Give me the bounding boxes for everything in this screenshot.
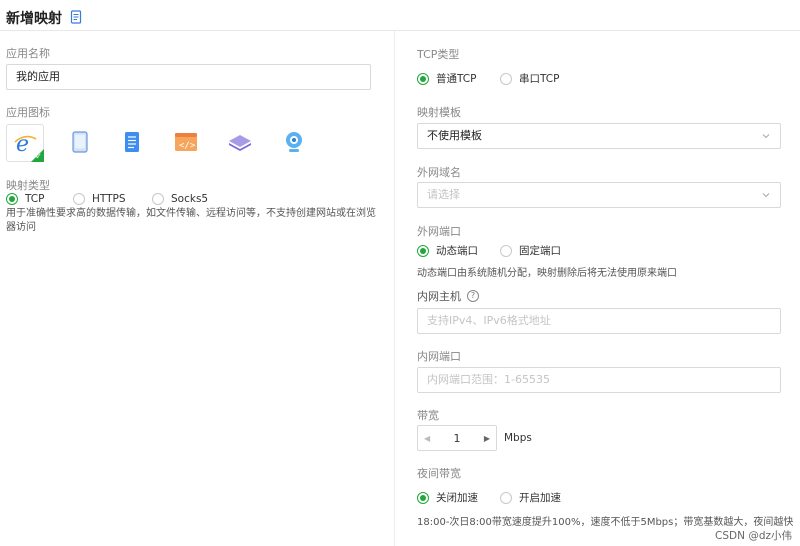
svg-text:e: e	[16, 132, 29, 156]
help-icon[interactable]: ?	[467, 290, 479, 302]
radio-tcp[interactable]: TCP	[6, 193, 44, 205]
decrement-icon[interactable]: ◀	[424, 434, 430, 443]
page-title: 新增映射	[6, 11, 62, 27]
radio-label: 开启加速	[519, 492, 561, 504]
radio-dot	[500, 72, 512, 85]
radio-serial-tcp[interactable]: 串口TCP	[500, 71, 559, 86]
tcp-type-label: TCP类型	[417, 48, 460, 61]
radio-label: HTTPS	[92, 193, 126, 205]
app-name-label: 应用名称	[6, 47, 50, 60]
check-icon: ✓	[35, 152, 42, 161]
watermark: CSDN @dz小伟	[715, 530, 792, 542]
radio-label: 普通TCP	[436, 73, 477, 85]
radio-socks5[interactable]: Socks5	[152, 193, 208, 205]
mapping-type-help: 用于准确性要求高的数据传输，如文件传输、远程访问等，不支持创建网站或在浏览器访问	[6, 208, 376, 233]
document-server-icon	[125, 132, 139, 152]
radio-accel-off[interactable]: 关闭加速	[417, 490, 478, 505]
svg-text:</>: </>	[179, 141, 196, 151]
radio-label: TCP	[25, 193, 45, 205]
host-label: 内网主机	[417, 290, 461, 303]
icon-option-layers[interactable]	[222, 124, 258, 160]
inner-port-placeholder: 内网端口范围：1-65535	[427, 373, 550, 386]
domain-select[interactable]: 请选择	[417, 182, 781, 208]
chevron-down-icon	[762, 193, 770, 198]
night-bandwidth-label: 夜间带宽	[417, 467, 461, 480]
radio-accel-on[interactable]: 开启加速	[500, 490, 561, 505]
ext-port-label: 外网端口	[417, 225, 461, 238]
inner-port-label: 内网端口	[417, 350, 461, 363]
webcam-icon	[286, 132, 302, 152]
bandwidth-label: 带宽	[417, 409, 439, 422]
layers-icon	[229, 135, 251, 151]
radio-label: 串口TCP	[519, 73, 560, 85]
radio-dot	[73, 193, 85, 205]
radio-label: 固定端口	[519, 245, 561, 257]
app-name-input[interactable]: 我的应用	[6, 64, 371, 90]
domain-label: 外网域名	[417, 166, 461, 179]
radio-label: 关闭加速	[436, 492, 478, 504]
bandwidth-stepper[interactable]: ◀ 1 ▶	[417, 425, 497, 451]
inner-port-input[interactable]: 内网端口范围：1-65535	[417, 367, 781, 393]
template-label: 映射模板	[417, 106, 461, 119]
chevron-down-icon	[762, 134, 770, 139]
radio-dot	[6, 193, 18, 205]
radio-normal-tcp[interactable]: 普通TCP	[417, 71, 476, 86]
column-divider	[394, 31, 395, 546]
increment-icon[interactable]: ▶	[484, 434, 490, 443]
radio-dot	[417, 491, 429, 504]
icon-option-ie[interactable]: e ✓	[6, 124, 44, 162]
host-label-row: 内网主机 ?	[417, 288, 479, 304]
code-window-icon: </>	[175, 133, 197, 151]
host-input[interactable]: 支持IPv4、IPv6格式地址	[417, 308, 781, 334]
template-select[interactable]: 不使用模板	[417, 123, 781, 149]
radio-dynamic-port[interactable]: 动态端口	[417, 243, 478, 258]
document-icon[interactable]	[70, 10, 82, 24]
radio-dot	[500, 491, 512, 504]
radio-dot	[500, 244, 512, 257]
template-select-value: 不使用模板	[427, 129, 482, 142]
domain-select-placeholder: 请选择	[427, 188, 460, 201]
tablet-icon	[72, 131, 88, 153]
mapping-type-label: 映射类型	[6, 179, 50, 192]
bandwidth-unit: Mbps	[504, 432, 532, 444]
icon-option-tablet[interactable]	[62, 124, 98, 160]
icon-option-code[interactable]: </>	[168, 124, 204, 160]
radio-label: Socks5	[171, 193, 209, 205]
radio-dot	[152, 193, 164, 205]
header-divider	[0, 30, 800, 31]
radio-dot	[417, 244, 429, 257]
app-icon-label: 应用图标	[6, 106, 50, 119]
radio-fixed-port[interactable]: 固定端口	[500, 243, 561, 258]
ext-port-help: 动态端口由系统随机分配，映射删除后将无法使用原来端口	[417, 268, 677, 279]
host-input-placeholder: 支持IPv4、IPv6格式地址	[427, 314, 551, 327]
radio-dot	[417, 72, 429, 85]
bandwidth-value[interactable]: 1	[454, 432, 461, 445]
radio-https[interactable]: HTTPS	[73, 193, 126, 205]
icon-option-document[interactable]	[114, 124, 150, 160]
icon-option-webcam[interactable]	[276, 124, 312, 160]
radio-label: 动态端口	[436, 245, 478, 257]
